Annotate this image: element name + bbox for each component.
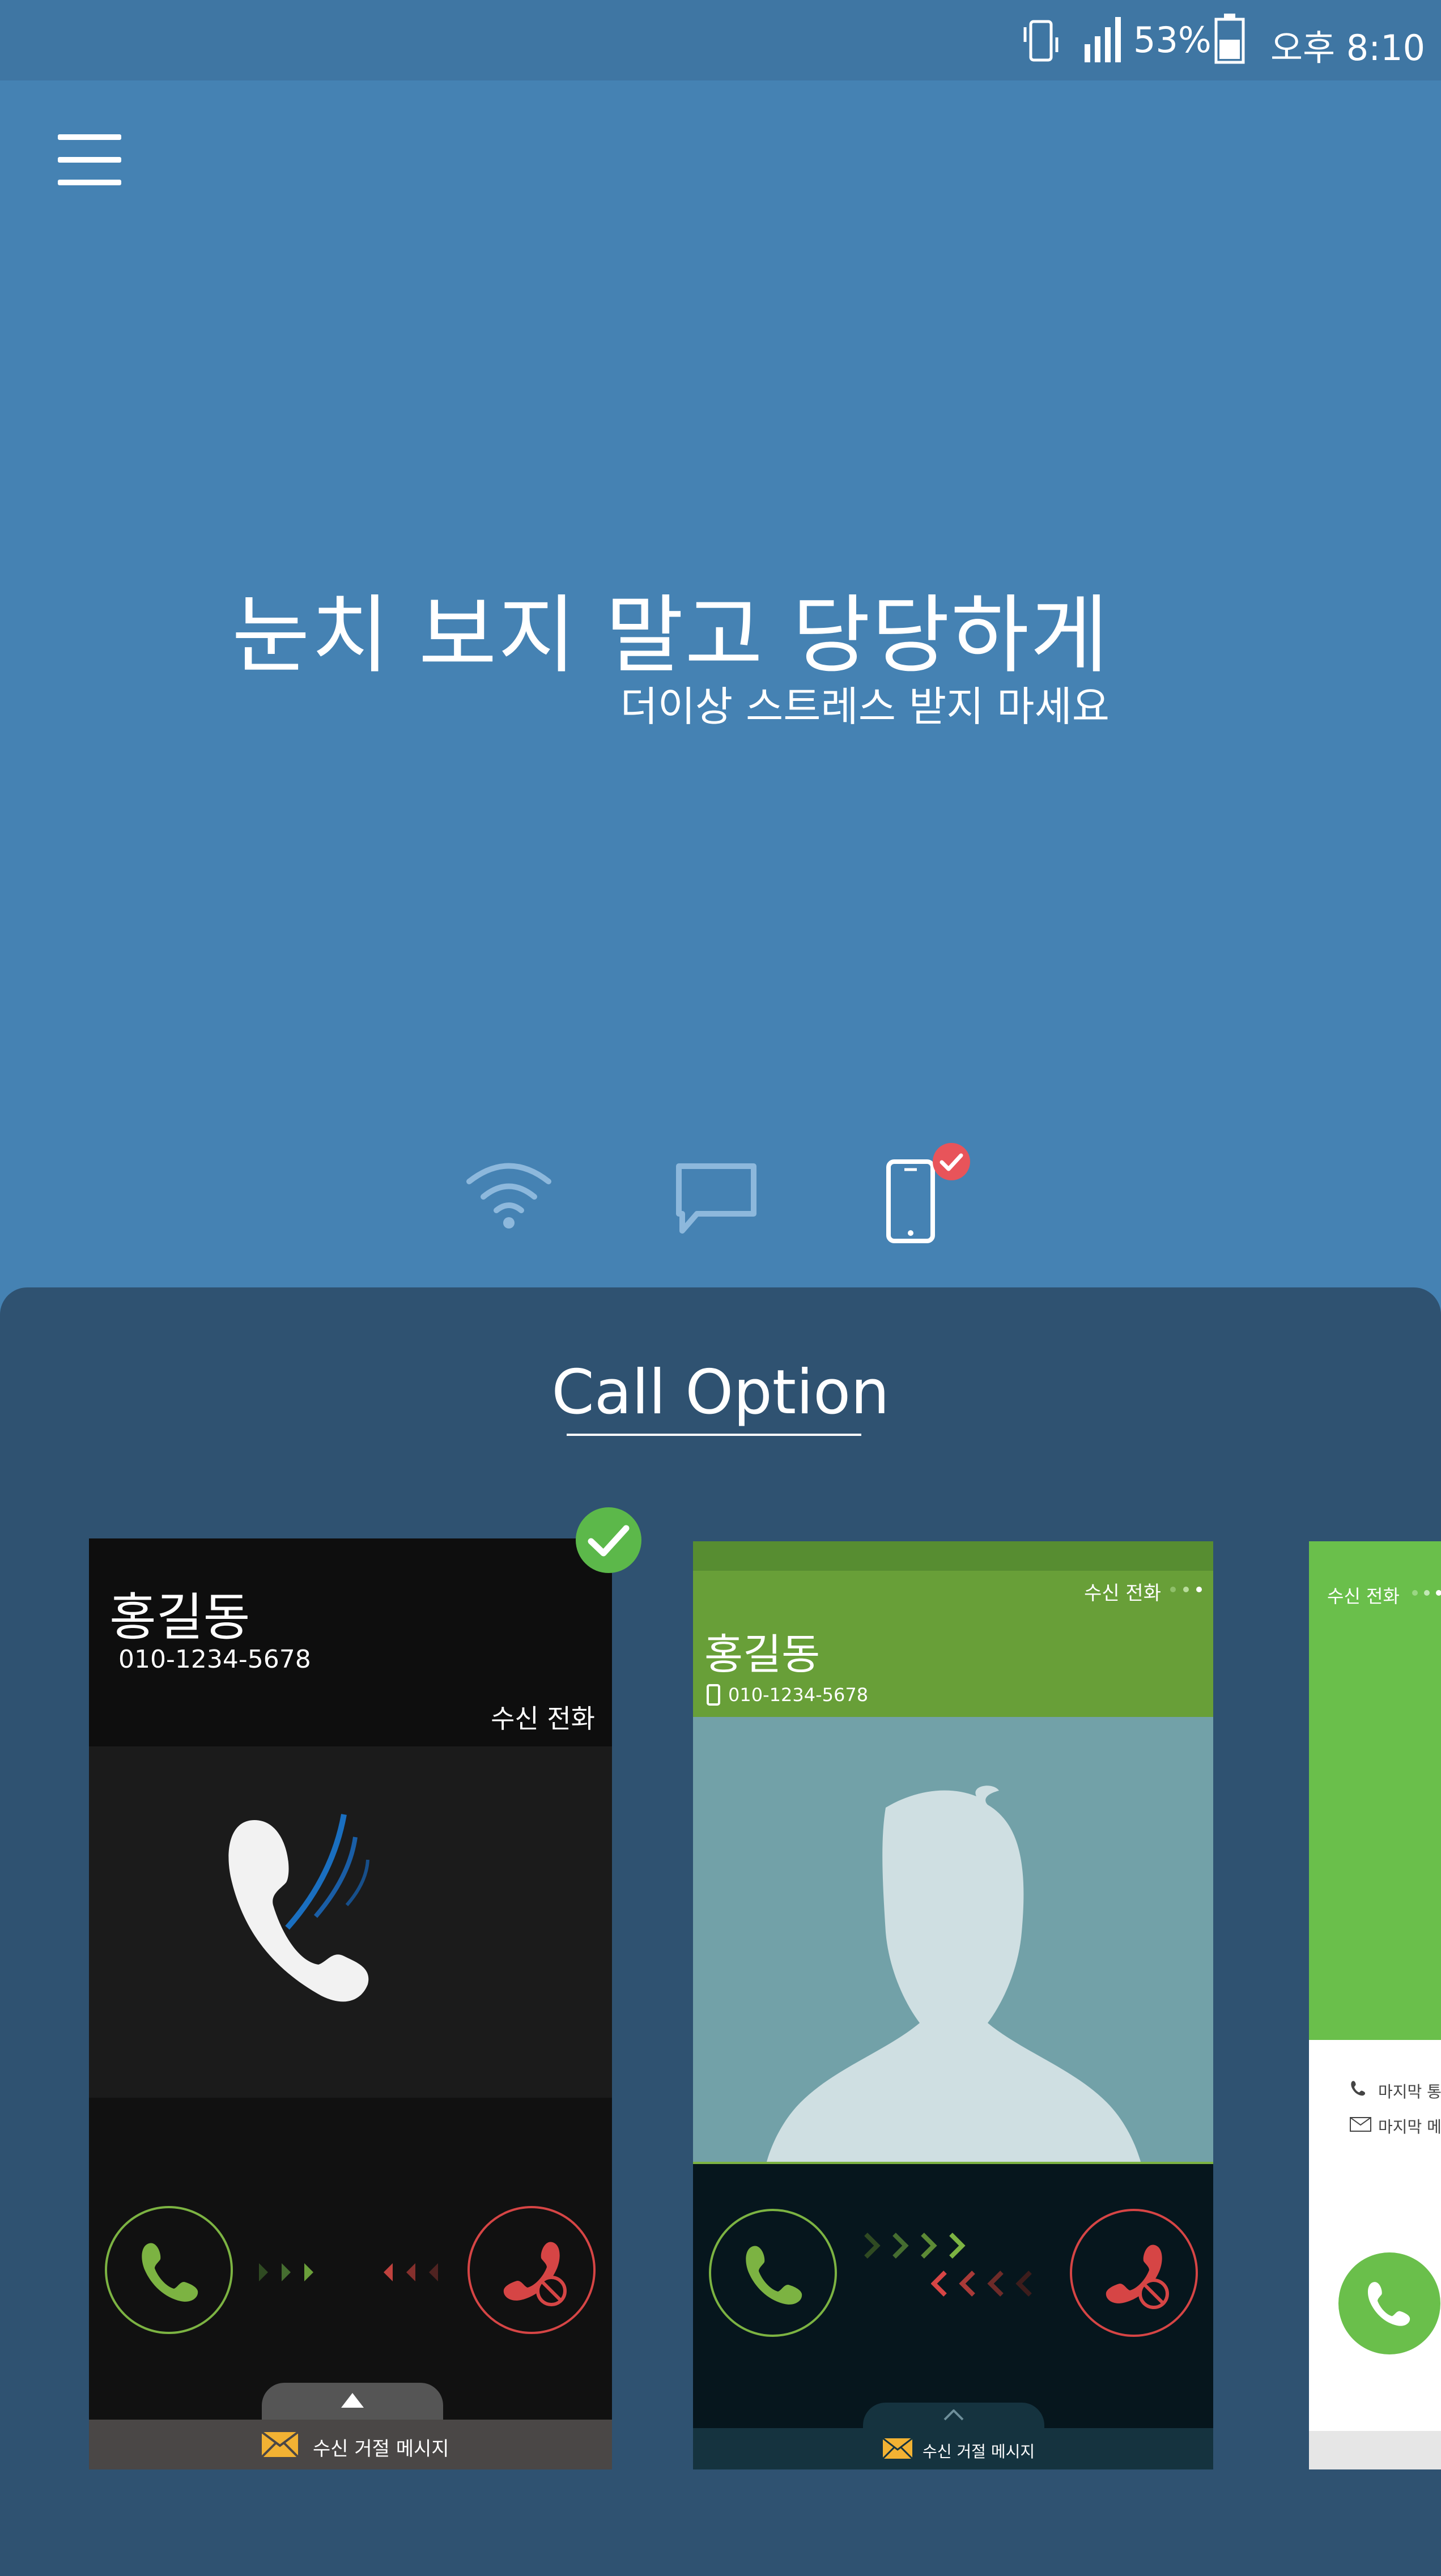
mobile-icon bbox=[707, 1684, 720, 1706]
hero-subtitle: 더이상 스트레스 받지 마세요 bbox=[620, 683, 1110, 730]
accept-arrows bbox=[864, 2233, 966, 2259]
caller-number: 010-1234-5678 bbox=[118, 1645, 311, 1674]
reject-message-label: 수신 거절 메시지 bbox=[923, 2442, 1035, 2461]
avatar-icon bbox=[767, 1786, 1141, 2162]
reject-message-label: 수신 거절 메시지 bbox=[313, 2438, 449, 2460]
envelope-icon bbox=[883, 2438, 912, 2459]
call-status: 수신 전화 bbox=[1084, 1582, 1161, 1605]
menu-icon-line bbox=[58, 134, 121, 140]
reject-call-button[interactable] bbox=[1070, 2209, 1198, 2337]
accept-call-button[interactable] bbox=[1338, 2252, 1440, 2354]
envelope-icon bbox=[262, 2432, 298, 2457]
wifi-icon[interactable] bbox=[464, 1156, 554, 1230]
reject-message-handle[interactable] bbox=[262, 2383, 443, 2422]
card-footer bbox=[1309, 2431, 1441, 2469]
accept-phone-icon bbox=[1367, 2282, 1410, 2326]
call-theme-card-1[interactable]: 홍길동 010-1234-5678 수신 전화 수신 거절 메시지 bbox=[89, 1538, 612, 2469]
chevron-up-icon bbox=[943, 2409, 964, 2421]
battery-percent: 53% bbox=[1133, 19, 1212, 61]
reject-phone-icon bbox=[1106, 2245, 1169, 2309]
envelope-icon bbox=[1350, 2117, 1371, 2132]
hero-title: 눈치 보지 말고 당당하게 bbox=[231, 586, 1110, 685]
menu-button[interactable] bbox=[51, 127, 128, 195]
accept-arrows bbox=[259, 2263, 313, 2281]
dots-icon bbox=[1170, 1587, 1202, 1592]
caller-name: 홍길동 bbox=[704, 1630, 821, 1679]
status-bar: 53% 오후 8:10 bbox=[0, 0, 1441, 80]
selected-badge-icon bbox=[933, 1143, 970, 1180]
signal-icon bbox=[1085, 17, 1121, 62]
accept-phone-icon bbox=[746, 2246, 802, 2305]
reject-message-bar[interactable]: 수신 거절 메시지 bbox=[693, 2428, 1213, 2469]
title-underline bbox=[567, 1434, 861, 1436]
message-icon[interactable] bbox=[674, 1162, 759, 1235]
accept-call-button[interactable] bbox=[105, 2206, 233, 2334]
divider bbox=[693, 2162, 1213, 2164]
call-status: 수신 전화 bbox=[1327, 1585, 1400, 1607]
last-message-label: 마지막 메 bbox=[1378, 2118, 1441, 2136]
last-call-label: 마지막 통 bbox=[1378, 2082, 1441, 2101]
call-illustration bbox=[89, 1746, 612, 2098]
chevron-up-icon bbox=[341, 2393, 364, 2408]
reject-arrows bbox=[931, 2271, 1032, 2297]
dots-icon bbox=[1412, 1590, 1441, 1596]
caller-number: 010-1234-5678 bbox=[728, 1684, 869, 1706]
contact-photo bbox=[693, 1717, 1213, 2162]
phone-vibrate-icon bbox=[1023, 20, 1059, 62]
accept-phone-icon bbox=[142, 2243, 198, 2302]
reject-call-button[interactable] bbox=[467, 2206, 596, 2334]
reject-arrows bbox=[384, 2263, 438, 2281]
card-top-strip bbox=[693, 1541, 1213, 1571]
handset-icon bbox=[228, 1814, 369, 2002]
call-theme-card-3[interactable]: 수신 전화 마지막 통 마지막 메 bbox=[1309, 1541, 1441, 2469]
card-header bbox=[1309, 1541, 1441, 2040]
phone-small-icon bbox=[1351, 2081, 1366, 2096]
call-status: 수신 전화 bbox=[491, 1703, 595, 1734]
reject-phone-icon bbox=[503, 2242, 567, 2306]
menu-icon-line bbox=[58, 157, 121, 163]
menu-icon-line bbox=[58, 180, 121, 185]
battery-icon bbox=[1214, 14, 1245, 64]
call-theme-card-2[interactable]: 수신 전화 홍길동 010-1234-5678 수신 거절 메시지 bbox=[693, 1541, 1213, 2469]
clock: 오후 8:10 bbox=[1270, 27, 1426, 69]
selected-check-icon bbox=[576, 1507, 641, 1573]
accept-call-button[interactable] bbox=[709, 2209, 837, 2337]
call-option-title: Call Option bbox=[551, 1357, 890, 1428]
reject-message-bar[interactable]: 수신 거절 메시지 bbox=[89, 2420, 612, 2469]
caller-name: 홍길동 bbox=[109, 1588, 250, 1647]
